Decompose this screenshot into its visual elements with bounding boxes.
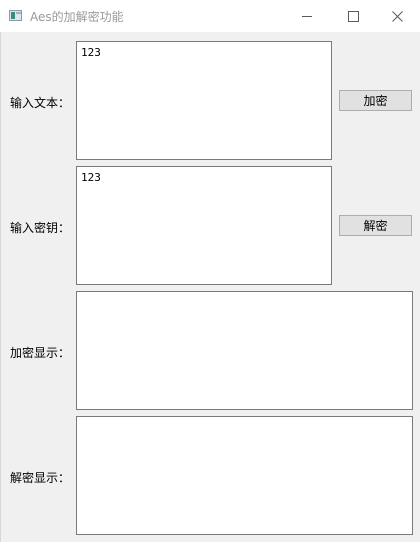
decrypt-button[interactable]: 解密: [339, 215, 412, 236]
input-text-field[interactable]: 123: [76, 41, 332, 160]
decrypted-display-label: 解密显示：: [10, 471, 71, 485]
window-title: Aes的加解密功能: [30, 10, 124, 24]
close-icon: [391, 10, 403, 22]
app-window: Aes的加解密功能 输入文本： 123 加密 输入密钥： 123 解密 加密显示…: [0, 0, 420, 542]
decrypt-button-label: 解密: [363, 219, 388, 233]
decrypted-display-field[interactable]: [76, 416, 413, 535]
input-text-label: 输入文本：: [10, 96, 71, 110]
maximize-icon: [347, 10, 359, 22]
encrypt-button[interactable]: 加密: [339, 90, 412, 111]
close-button[interactable]: [374, 0, 420, 32]
window-left-border: [0, 32, 1, 542]
encrypted-display-label: 加密显示：: [10, 346, 71, 360]
minimize-button[interactable]: [284, 0, 330, 32]
encrypt-button-label: 加密: [363, 94, 388, 108]
minimize-icon: [301, 15, 312, 17]
maximize-button[interactable]: [330, 0, 376, 32]
app-icon: [9, 10, 22, 21]
input-key-field[interactable]: 123: [76, 166, 332, 285]
title-bar[interactable]: Aes的加解密功能: [0, 0, 420, 32]
encrypted-display-field[interactable]: [76, 291, 413, 410]
input-key-label: 输入密钥：: [10, 221, 71, 235]
